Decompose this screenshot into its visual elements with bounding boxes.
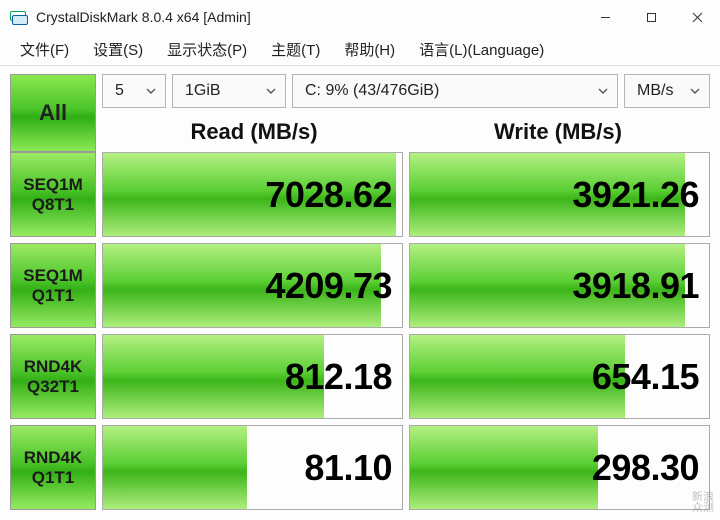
result-row: RND4KQ32T1 812.18 654.15: [10, 334, 710, 419]
test-label-line2: Q32T1: [27, 377, 79, 397]
test-button-seq1m-q1t1[interactable]: SEQ1MQ1T1: [10, 243, 96, 328]
close-button[interactable]: [674, 0, 720, 34]
test-label-line1: RND4K: [24, 448, 83, 468]
result-row: RND4KQ1T1 81.10 298.30: [10, 425, 710, 510]
test-label-line1: SEQ1M: [23, 266, 83, 286]
read-value: 812.18: [285, 356, 392, 398]
drive-select[interactable]: C: 9% (43/476GiB): [292, 74, 618, 108]
window-title: CrystalDiskMark 8.0.4 x64 [Admin]: [36, 9, 582, 25]
size-value: 1GiB: [185, 82, 221, 100]
read-value-cell: 7028.62: [102, 152, 403, 237]
unit-value: MB/s: [637, 82, 673, 100]
watermark: 新浪 众测: [692, 492, 714, 514]
test-label-line1: SEQ1M: [23, 175, 83, 195]
test-label-line1: RND4K: [24, 357, 83, 377]
test-label-line2: Q1T1: [32, 468, 75, 488]
maximize-icon: [646, 12, 657, 23]
header-write: Write (MB/s): [406, 119, 710, 145]
header-read: Read (MB/s): [102, 119, 406, 145]
controls-column: 5 1GiB C: 9% (43/476GiB) MB/s Read (MB/s…: [102, 74, 710, 152]
write-value: 3918.91: [572, 265, 699, 307]
menu-help[interactable]: 帮助(H): [332, 35, 407, 64]
title-bar: CrystalDiskMark 8.0.4 x64 [Admin]: [0, 0, 720, 34]
maximize-button[interactable]: [628, 0, 674, 34]
chevron-down-icon: [689, 85, 701, 97]
write-value-cell: 654.15: [409, 334, 710, 419]
write-value-cell: 3921.26: [409, 152, 710, 237]
read-value-cell: 812.18: [102, 334, 403, 419]
run-all-button[interactable]: All: [10, 74, 96, 152]
progress-bar: [103, 426, 247, 509]
minimize-icon: [600, 12, 611, 23]
write-value: 654.15: [592, 356, 699, 398]
chevron-down-icon: [145, 85, 157, 97]
menu-theme[interactable]: 主题(T): [259, 35, 332, 64]
minimize-button[interactable]: [582, 0, 628, 34]
unit-select[interactable]: MB/s: [624, 74, 710, 108]
read-value: 7028.62: [265, 174, 392, 216]
write-value-cell: 3918.91: [409, 243, 710, 328]
progress-bar: [410, 426, 598, 509]
drive-value: C: 9% (43/476GiB): [305, 82, 439, 100]
column-headers: Read (MB/s) Write (MB/s): [102, 112, 710, 152]
controls-row: All 5 1GiB C: 9% (43/476GiB) MB/s: [0, 66, 720, 152]
read-value-cell: 4209.73: [102, 243, 403, 328]
all-cell: All: [10, 74, 96, 152]
test-button-seq1m-q8t1[interactable]: SEQ1MQ8T1: [10, 152, 96, 237]
app-window: CrystalDiskMark 8.0.4 x64 [Admin] 文件(F) …: [0, 0, 720, 520]
runs-select[interactable]: 5: [102, 74, 166, 108]
close-icon: [692, 12, 703, 23]
size-select[interactable]: 1GiB: [172, 74, 286, 108]
chevron-down-icon: [265, 85, 277, 97]
menu-language[interactable]: 语言(L)(Language): [407, 35, 556, 64]
app-icon: [10, 8, 28, 26]
watermark-line2: 众测: [692, 503, 714, 514]
results-grid: SEQ1MQ8T17028.623921.26SEQ1MQ1T14209.733…: [0, 152, 720, 520]
read-value: 4209.73: [265, 265, 392, 307]
write-value-cell: 298.30: [409, 425, 710, 510]
window-controls: [582, 0, 720, 34]
test-label-line2: Q8T1: [32, 195, 75, 215]
chevron-down-icon: [597, 85, 609, 97]
menu-profile[interactable]: 显示状态(P): [155, 35, 259, 64]
write-value: 3921.26: [572, 174, 699, 216]
read-value-cell: 81.10: [102, 425, 403, 510]
read-value: 81.10: [304, 447, 392, 489]
menu-bar: 文件(F) 设置(S) 显示状态(P) 主题(T) 帮助(H) 语言(L)(La…: [0, 34, 720, 66]
result-row: SEQ1MQ1T1 4209.73 3918.91: [10, 243, 710, 328]
test-button-rnd4k-q32t1[interactable]: RND4KQ32T1: [10, 334, 96, 419]
runs-value: 5: [115, 82, 124, 100]
test-button-rnd4k-q1t1[interactable]: RND4KQ1T1: [10, 425, 96, 510]
menu-settings[interactable]: 设置(S): [81, 35, 155, 64]
result-row: SEQ1MQ8T1 7028.62 3921.26: [10, 152, 710, 237]
dropdowns-row: 5 1GiB C: 9% (43/476GiB) MB/s: [102, 74, 710, 108]
menu-file[interactable]: 文件(F): [8, 35, 81, 64]
test-label-line2: Q1T1: [32, 286, 75, 306]
write-value: 298.30: [592, 447, 699, 489]
